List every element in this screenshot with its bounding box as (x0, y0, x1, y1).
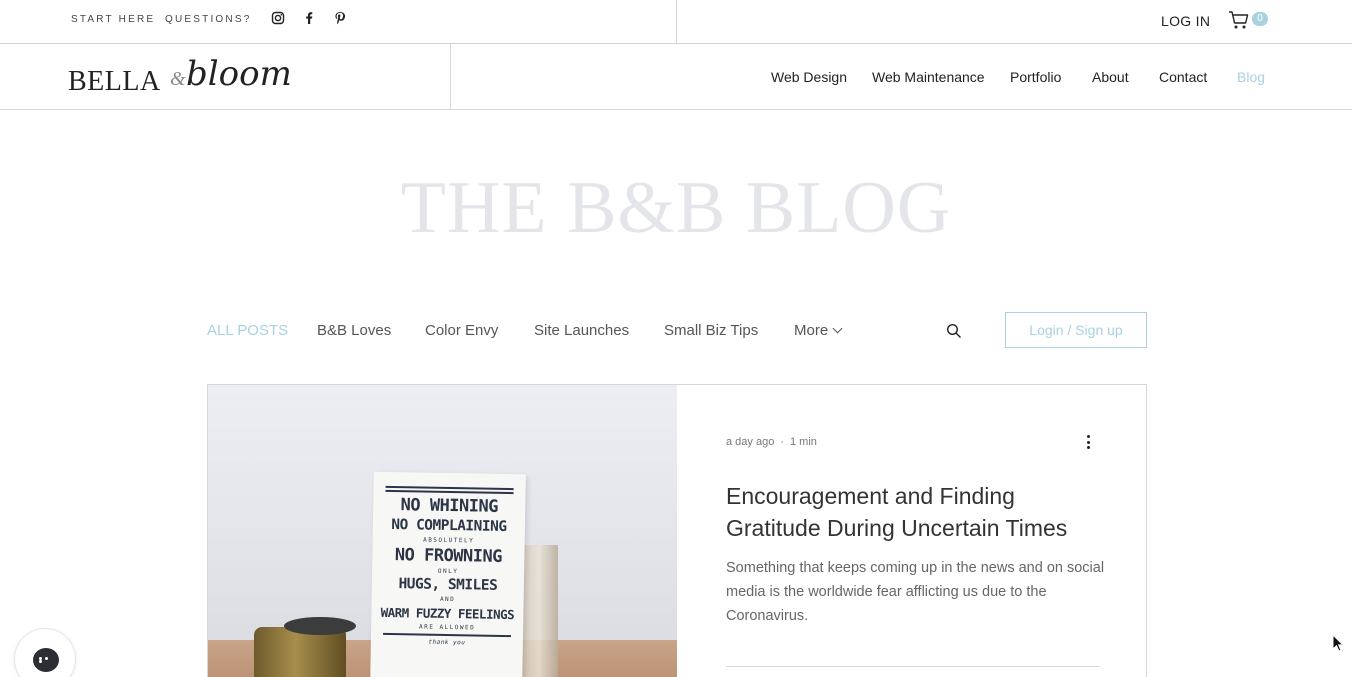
post-meta: a day ago · 1 min (726, 436, 817, 448)
topbar-divider (676, 0, 677, 44)
photo-glass-jar (520, 545, 558, 677)
blog-hero-title: THE B&B BLOG (400, 167, 952, 249)
post-excerpt[interactable]: Something that keeps coming up in the ne… (726, 556, 1106, 628)
category-site-launches[interactable]: Site Launches (534, 322, 629, 339)
post-card-divider (726, 666, 1099, 667)
nav-item-portfolio[interactable]: Portfolio (1010, 69, 1061, 85)
post-time-ago: a day ago (726, 436, 775, 448)
category-all-posts[interactable]: ALL POSTS (207, 322, 288, 339)
meta-separator: · (780, 436, 784, 448)
top-bar: START HERE QUESTIONS? LOG IN 0 (0, 0, 1352, 44)
search-icon[interactable] (946, 323, 962, 339)
instagram-icon[interactable] (271, 11, 285, 25)
cart-icon[interactable] (1228, 10, 1250, 30)
logo-text-bella: BELLA (68, 66, 161, 97)
chevron-down-icon (832, 323, 843, 334)
sign-line-1: NO WHINING (400, 495, 499, 517)
cart-count-badge[interactable]: 0 (1252, 12, 1268, 26)
post-cover-image[interactable]: NO WHINING NO COMPLAINING ABSOLUTELY NO … (208, 385, 677, 677)
photo-sign-card: NO WHINING NO COMPLAINING ABSOLUTELY NO … (370, 471, 526, 677)
post-card[interactable]: NO WHINING NO COMPLAINING ABSOLUTELY NO … (207, 384, 1147, 677)
photo-jar-lid (284, 617, 356, 635)
nav-item-contact[interactable]: Contact (1159, 69, 1207, 85)
sign-line-10: thank you (428, 638, 466, 647)
nav-item-web-maintenance[interactable]: Web Maintenance (872, 69, 985, 85)
post-title[interactable]: Encouragement and Finding Gratitude Duri… (726, 480, 1106, 544)
more-actions-icon[interactable] (1086, 435, 1092, 451)
questions-link[interactable]: QUESTIONS? (165, 14, 251, 25)
sign-line-4: NO FROWNING (394, 545, 503, 567)
chat-dots (39, 657, 55, 663)
main-navbar: BELLA & bloom Web Design Web Maintenance… (0, 44, 1352, 110)
nav-item-about[interactable]: About (1092, 69, 1129, 85)
category-small-biz-tips[interactable]: Small Biz Tips (664, 322, 758, 339)
category-more-dropdown[interactable]: More (794, 322, 843, 339)
logo-text-amp: & (170, 68, 186, 90)
nav-item-web-design[interactable]: Web Design (771, 69, 847, 85)
sign-line-2: NO COMPLAINING (391, 517, 507, 536)
photo-candle-jar (254, 627, 346, 677)
mouse-cursor-icon (1332, 634, 1344, 652)
category-color-envy[interactable]: Color Envy (425, 322, 498, 339)
post-card-body: a day ago · 1 min Encouragement and Findin… (678, 385, 1146, 677)
category-bb-loves[interactable]: B&B Loves (317, 322, 391, 339)
sign-line-6: HUGS, SMILES (398, 576, 498, 594)
more-label: More (794, 322, 829, 339)
nav-item-blog[interactable]: Blog (1237, 69, 1265, 85)
login-link[interactable]: LOG IN (1161, 13, 1210, 29)
brand-logo[interactable]: BELLA & bloom (68, 52, 292, 102)
logo-text-bloom: bloom (186, 54, 292, 94)
pinterest-icon[interactable] (333, 11, 347, 25)
chat-widget-button[interactable] (14, 628, 76, 677)
post-read-time: 1 min (790, 436, 817, 448)
navbar-divider (450, 44, 451, 110)
start-here-link[interactable]: START HERE (71, 14, 155, 25)
facebook-icon[interactable] (302, 11, 316, 25)
login-signup-button[interactable]: Login / Sign up (1005, 312, 1147, 348)
sign-line-8: WARM FUZZY FEELINGS (380, 604, 515, 623)
